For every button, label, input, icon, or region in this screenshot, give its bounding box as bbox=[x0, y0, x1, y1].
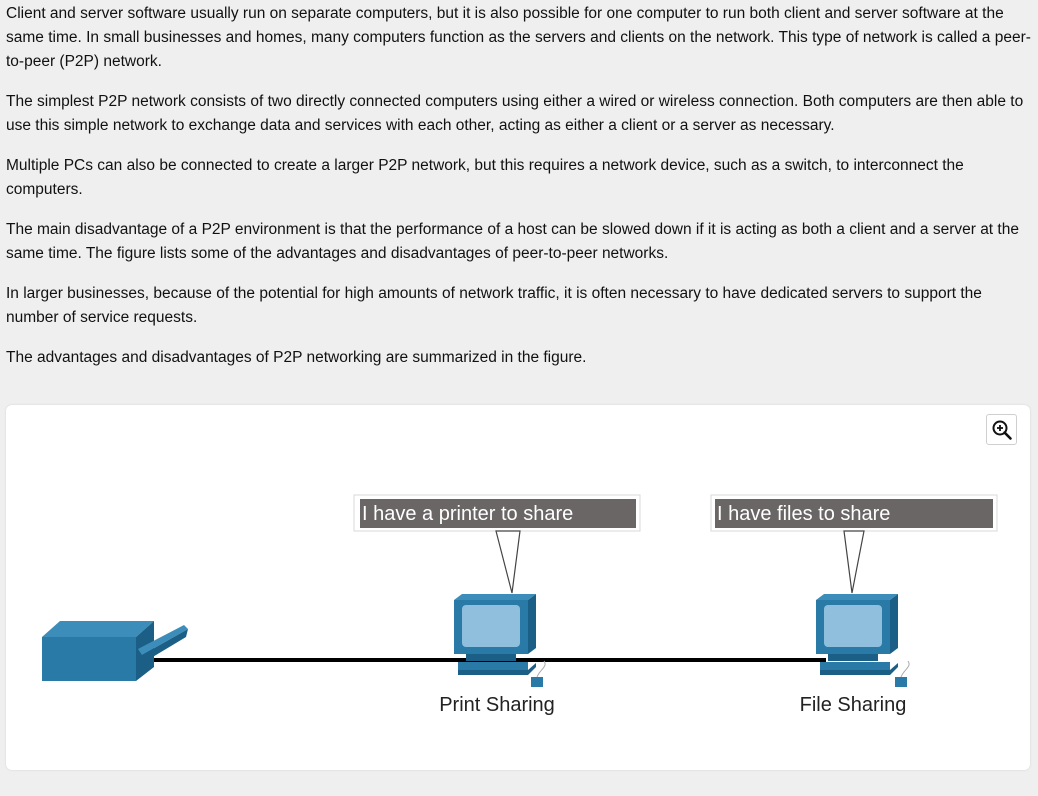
paragraph-multiple-pcs: Multiple PCs can also be connected to cr… bbox=[6, 157, 964, 198]
zoom-in-icon bbox=[992, 420, 1012, 440]
file-sharing-computer-icon bbox=[816, 594, 910, 687]
printer-callout: I have a printer to share bbox=[353, 494, 641, 594]
paragraph-intro: Client and server software usually run o… bbox=[6, 5, 1031, 70]
paragraph-summary: The advantages and disadvantages of P2P … bbox=[6, 349, 587, 366]
paragraph-simplest-p2p: The simplest P2P network consists of two… bbox=[6, 93, 1024, 134]
print-sharing-label: Print Sharing bbox=[439, 694, 555, 716]
file-sharing-label: File Sharing bbox=[800, 694, 907, 716]
files-callout: I have files to share bbox=[710, 494, 998, 594]
print-sharing-computer-icon bbox=[454, 594, 546, 687]
printer-callout-text: I have a printer to share bbox=[362, 503, 573, 525]
article-content: Client and server software usually run o… bbox=[0, 0, 1038, 370]
p2p-figure: I have a printer to share I have files t… bbox=[6, 405, 1030, 770]
files-callout-text: I have files to share bbox=[717, 503, 890, 525]
zoom-button[interactable] bbox=[986, 414, 1017, 445]
paragraph-disadvantage: The main disadvantage of a P2P environme… bbox=[6, 221, 1019, 262]
paragraph-larger-businesses: In larger businesses, because of the pot… bbox=[6, 285, 982, 326]
printer-icon bbox=[42, 621, 188, 681]
p2p-diagram: I have a printer to share I have files t… bbox=[42, 494, 998, 716]
